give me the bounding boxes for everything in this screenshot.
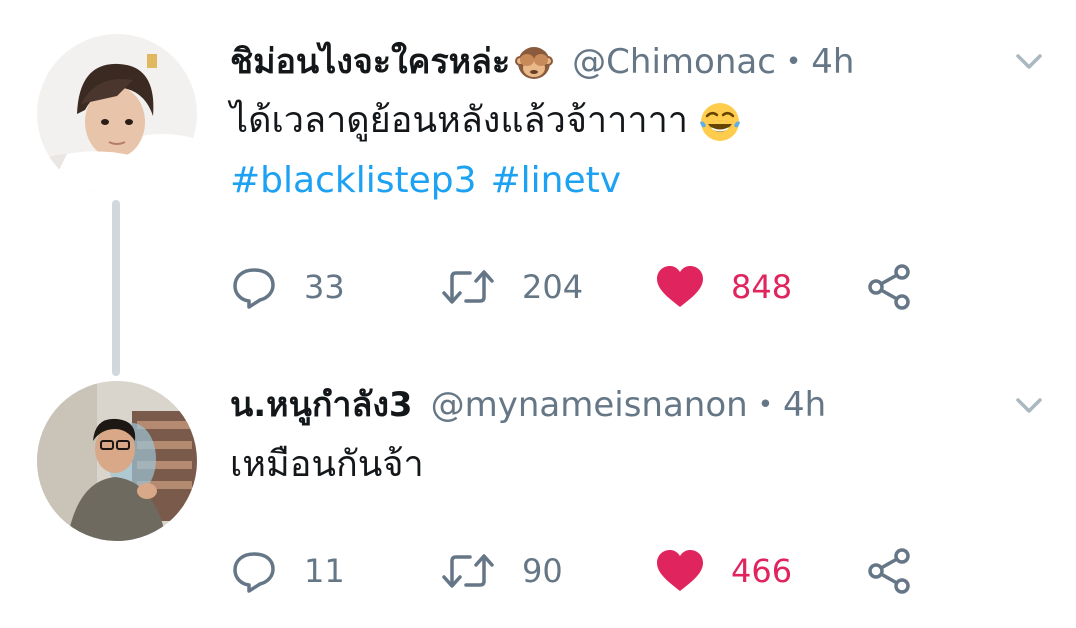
retweet-count: 204 bbox=[522, 268, 584, 306]
separator-dot: • bbox=[785, 47, 802, 77]
retweet-button[interactable]: 90 bbox=[440, 546, 563, 596]
display-name[interactable]: ชิม่อนไงจะใครหล่ะ bbox=[230, 37, 510, 87]
timestamp[interactable]: 4h bbox=[783, 380, 826, 430]
separator-dot: • bbox=[757, 390, 774, 420]
tweet-header: ชิม่อนไงจะใครหล่ะ @Chimonac • 4h bbox=[230, 37, 854, 87]
timestamp[interactable]: 4h bbox=[811, 37, 854, 87]
heart-icon bbox=[657, 550, 703, 591]
like-count: 466 bbox=[731, 552, 793, 590]
chevron-down-icon[interactable] bbox=[1012, 388, 1046, 422]
display-name[interactable]: น.หนูกำลัง3 bbox=[230, 380, 413, 430]
share-icon bbox=[868, 264, 910, 310]
user-handle[interactable]: @Chimonac bbox=[572, 37, 776, 87]
tweet-text-content: ได้เวลาดูย้อนหลังแล้วจ้าาาาา bbox=[230, 100, 688, 141]
heart-icon bbox=[657, 266, 703, 307]
tweet-text: ได้เวลาดูย้อนหลังแล้วจ้าาาาา bbox=[230, 92, 742, 150]
share-button[interactable] bbox=[866, 546, 914, 596]
reply-icon bbox=[233, 268, 275, 309]
tweet-header: น.หนูกำลัง3 @mynameisnanon • 4h bbox=[230, 380, 826, 430]
hashtag-link[interactable]: #linetv bbox=[491, 160, 622, 201]
reply-count: 11 bbox=[304, 552, 345, 590]
user-handle[interactable]: @mynameisnanon bbox=[431, 380, 748, 430]
retweet-icon bbox=[442, 270, 494, 304]
avatar[interactable] bbox=[37, 34, 197, 194]
thread-connector-line bbox=[112, 200, 120, 376]
face-with-tears-of-joy-icon bbox=[700, 103, 740, 141]
share-icon bbox=[868, 548, 910, 594]
hashtag-list: #blacklistep3 #linetv bbox=[230, 152, 621, 210]
like-button[interactable]: 466 bbox=[655, 546, 792, 596]
like-count: 848 bbox=[731, 268, 793, 306]
tweet-actions: 11 90 466 bbox=[230, 546, 930, 596]
reply-button[interactable]: 33 bbox=[230, 262, 345, 312]
tweet-text-content: เหมือนกันจ้า bbox=[230, 444, 424, 485]
reply-icon bbox=[233, 552, 275, 593]
tweet-thread: ชิม่อนไงจะใครหล่ะ @Chimonac • 4h ได้เวลา… bbox=[0, 0, 1076, 628]
retweet-count: 90 bbox=[522, 552, 563, 590]
avatar[interactable] bbox=[37, 381, 197, 541]
tweet-actions: 33 204 848 bbox=[230, 262, 930, 312]
share-button[interactable] bbox=[866, 262, 914, 312]
hashtag-link[interactable]: #blacklistep3 bbox=[230, 160, 477, 201]
reply-button[interactable]: 11 bbox=[230, 546, 345, 596]
see-no-evil-monkey-icon bbox=[515, 47, 554, 79]
retweet-icon bbox=[442, 554, 494, 588]
chevron-down-icon[interactable] bbox=[1012, 44, 1046, 78]
tweet-text: เหมือนกันจ้า bbox=[230, 436, 424, 494]
like-button[interactable]: 848 bbox=[655, 262, 792, 312]
reply-count: 33 bbox=[304, 268, 345, 306]
retweet-button[interactable]: 204 bbox=[440, 262, 583, 312]
